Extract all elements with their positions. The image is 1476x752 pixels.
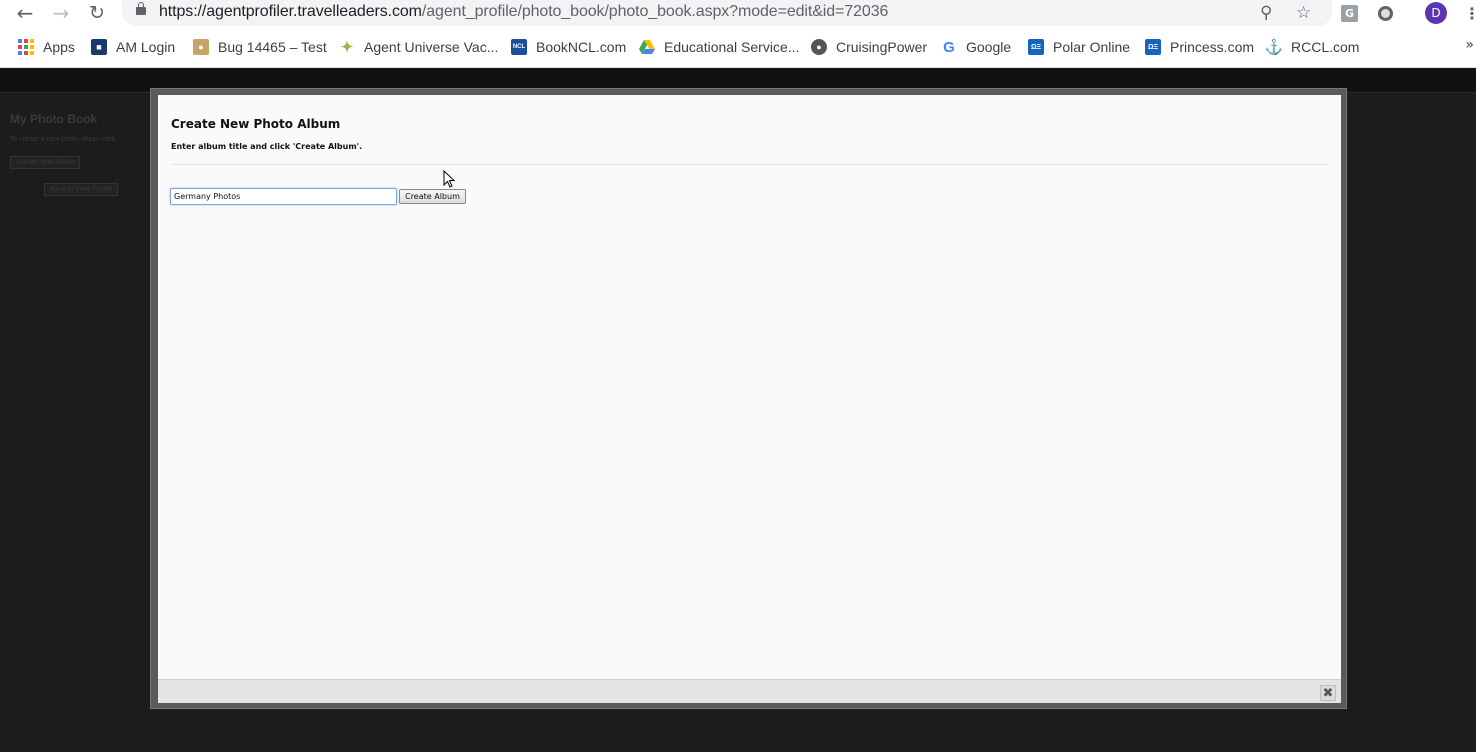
bookmark-label: BookNCL.com	[536, 39, 627, 55]
polar-icon: ΩΞ	[1028, 39, 1044, 55]
bookmark-google[interactable]: G Google	[941, 37, 1011, 57]
close-icon[interactable]: ✖	[1320, 685, 1336, 701]
bug-icon: ●	[193, 39, 209, 55]
bookmark-agent-universe[interactable]: ✦ Agent Universe Vac...	[339, 37, 499, 57]
address-bar[interactable]: https://agentprofiler.travelleaders.com/…	[122, 0, 1332, 26]
bookmark-cruisingpower[interactable]: ● CruisingPower	[811, 37, 927, 57]
modal-instructions: Enter album title and click 'Create Albu…	[171, 142, 363, 151]
bookmark-rccl[interactable]: ⚓ RCCL.com	[1264, 37, 1360, 57]
apps-grid-icon	[18, 39, 34, 55]
google-icon: G	[943, 38, 955, 56]
album-title-input[interactable]	[170, 188, 397, 205]
bookmark-label: AM Login	[116, 39, 176, 55]
bookmark-bookncl[interactable]: NCL BookNCL.com	[511, 37, 626, 57]
bookmark-label: Polar Online	[1053, 39, 1131, 55]
avatar-letter: D	[1425, 2, 1447, 24]
bookmark-apps[interactable]: Apps	[18, 37, 75, 57]
modal-dialog: Create New Photo Album Enter album title…	[150, 88, 1347, 709]
bg-create-new-album-button: Create New Album	[10, 156, 81, 169]
back-arrow-icon[interactable]: ←	[13, 1, 37, 25]
url-host: https://agentprofiler.travelleaders.com	[159, 3, 422, 20]
am-login-icon: ■	[91, 39, 107, 55]
forward-arrow-icon[interactable]: →	[49, 1, 73, 25]
bookmark-label: CruisingPower	[836, 39, 928, 55]
rccl-anchor-icon: ⚓	[1264, 39, 1284, 56]
bookmark-bug-14465[interactable]: ● Bug 14465 – Test	[193, 37, 327, 57]
bookmark-label: Google	[966, 39, 1012, 55]
extension-circle-icon[interactable]	[1378, 2, 1393, 24]
zoom-icon[interactable]: ⚲	[1260, 2, 1272, 24]
bookmark-label: Bug 14465 – Test	[218, 39, 327, 55]
princess-icon: ΩΞ	[1145, 39, 1161, 55]
bookmark-princess[interactable]: ΩΞ Princess.com	[1145, 37, 1254, 57]
bookmark-polar-online[interactable]: ΩΞ Polar Online	[1028, 37, 1130, 57]
bookmark-educational-service[interactable]: Educational Service...	[639, 37, 799, 57]
lock-icon	[136, 2, 146, 15]
bookmark-label: Apps	[43, 39, 75, 55]
bookmark-am-login[interactable]: ■ AM Login	[91, 37, 175, 57]
modal-title: Create New Photo Album	[171, 117, 341, 131]
bookmark-label: Educational Service...	[664, 39, 800, 55]
modal-body: Create New Photo Album Enter album title…	[158, 95, 1341, 679]
bookmark-label: Princess.com	[1170, 39, 1255, 55]
profile-avatar[interactable]: D	[1425, 2, 1447, 24]
google-drive-icon	[639, 39, 655, 55]
bg-page-text: To create a new photo album click	[10, 136, 116, 143]
bg-back-to-profile-button: Back to View Profile	[44, 183, 119, 196]
bookmarks-bar: Apps ■ AM Login ● Bug 14465 – Test ✦ Age…	[0, 27, 1476, 68]
mouse-cursor-icon	[443, 170, 456, 188]
url-text[interactable]: https://agentprofiler.travelleaders.com/…	[159, 3, 888, 21]
url-path: /agent_profile/photo_book/photo_book.asp…	[421, 3, 889, 20]
star-burst-icon: ✦	[340, 39, 354, 56]
more-bookmarks-chevron-icon[interactable]: »	[1465, 37, 1474, 53]
bookmark-label: RCCL.com	[1291, 39, 1360, 55]
bookmark-label: Agent Universe Vac...	[364, 39, 499, 55]
bg-page-title: My Photo Book	[10, 112, 98, 126]
ncl-icon: NCL	[511, 39, 527, 55]
reload-icon[interactable]: ↻	[85, 2, 109, 24]
extension-g-letter: G	[1341, 4, 1358, 22]
extension-g-icon[interactable]: G	[1341, 2, 1358, 24]
menu-kebab-icon[interactable]: ⋮	[1464, 2, 1476, 24]
modal-divider	[171, 164, 1328, 165]
create-album-button[interactable]: Create Album	[399, 189, 466, 204]
globe-icon: ●	[811, 39, 827, 55]
browser-toolbar: ← → ↻ https://agentprofiler.travelleader…	[0, 0, 1476, 27]
bookmark-star-icon[interactable]: ☆	[1296, 2, 1311, 24]
modal-footer: ✖	[158, 679, 1341, 703]
